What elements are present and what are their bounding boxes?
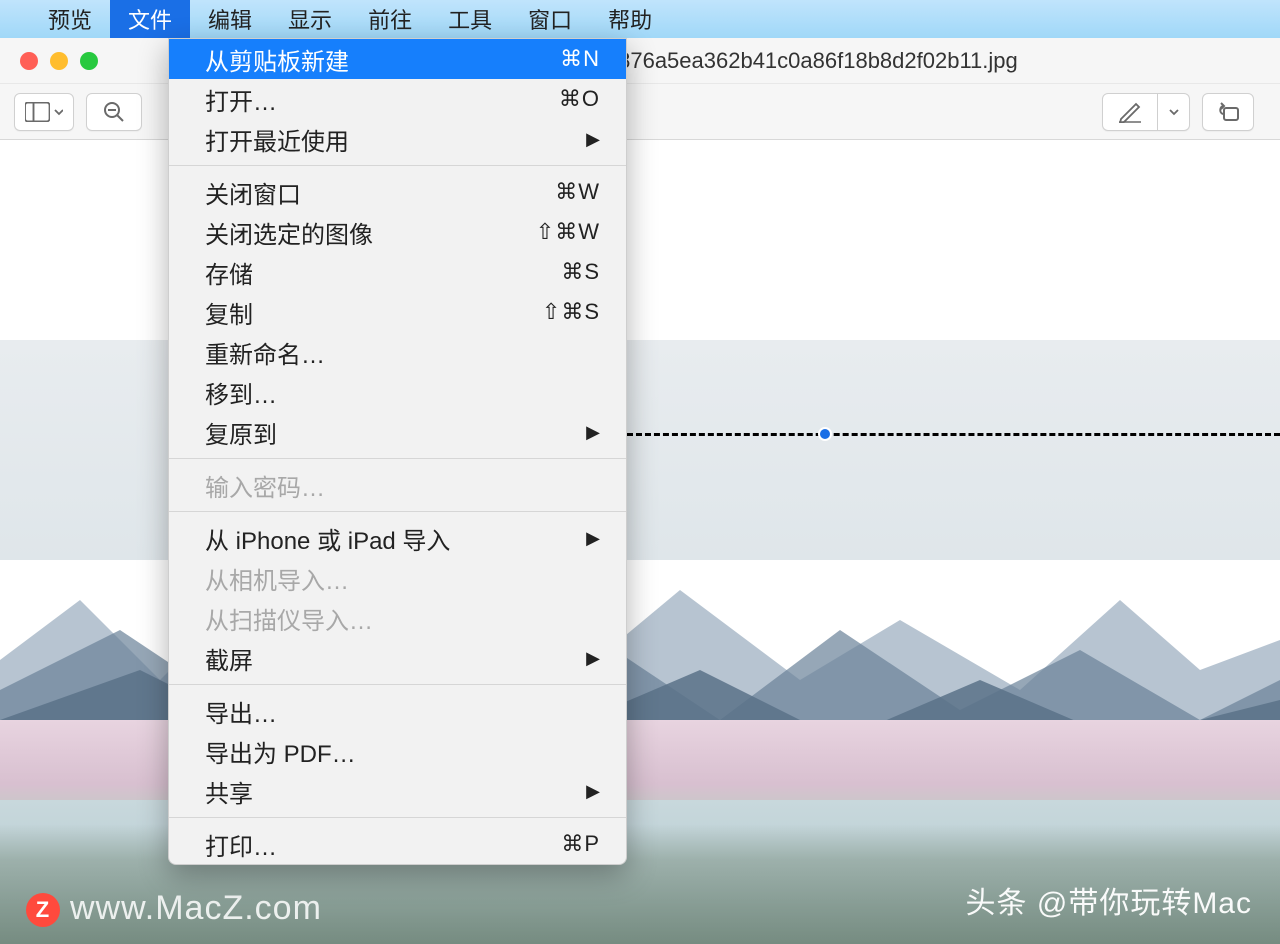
menu-item-shortcut: ⌘P: [561, 831, 600, 857]
menu-item-label: 存储: [205, 255, 561, 290]
menu-item-label: 输入密码…: [205, 468, 600, 503]
window-minimize-button[interactable]: [50, 52, 68, 70]
menu-item[interactable]: 截屏▶: [169, 638, 626, 678]
document-title: f876a5ea362b41c0a86f18b8d2f02b11.jpg: [612, 48, 1018, 74]
menu-item[interactable]: 重新命名…: [169, 332, 626, 372]
menu-item-label: 导出…: [205, 694, 600, 729]
menu-item[interactable]: 存储⌘S: [169, 252, 626, 292]
file-menu-dropdown: 从剪贴板新建⌘N打开…⌘O打开最近使用▶关闭窗口⌘W关闭选定的图像⇧⌘W存储⌘S…: [168, 38, 627, 865]
menu-item[interactable]: 打开最近使用▶: [169, 119, 626, 159]
menu-item-label: 复原到: [205, 415, 586, 450]
markup-dropdown-button[interactable]: [1158, 93, 1190, 131]
menu-item[interactable]: 从剪贴板新建⌘N: [169, 39, 626, 79]
menu-item-label: 关闭选定的图像: [205, 215, 536, 250]
menubar-item-window[interactable]: 窗口: [510, 0, 590, 38]
menu-item[interactable]: 共享▶: [169, 771, 626, 811]
submenu-arrow-icon: ▶: [586, 528, 600, 549]
menu-item-shortcut: ⇧⌘W: [536, 219, 600, 245]
z-badge-icon: Z: [26, 893, 60, 927]
rotate-button[interactable]: [1202, 93, 1254, 131]
zoom-out-button[interactable]: [86, 93, 142, 131]
menu-item-label: 打印…: [205, 827, 561, 862]
menu-item-label: 移到…: [205, 375, 600, 410]
menu-item[interactable]: 导出…: [169, 691, 626, 731]
menu-item[interactable]: 复原到▶: [169, 412, 626, 452]
submenu-arrow-icon: ▶: [586, 781, 600, 802]
menubar-item-help[interactable]: 帮助: [590, 0, 670, 38]
menubar-item-tools[interactable]: 工具: [430, 0, 510, 38]
menu-item[interactable]: 移到…: [169, 372, 626, 412]
menu-separator: [169, 165, 626, 166]
submenu-arrow-icon: ▶: [586, 648, 600, 669]
menu-separator: [169, 817, 626, 818]
menu-item: 输入密码…: [169, 465, 626, 505]
watermark-site: Zwww.MacZ.com: [26, 889, 322, 928]
menu-item-label: 从扫描仪导入…: [205, 601, 600, 636]
menubar-item-go[interactable]: 前往: [350, 0, 430, 38]
menu-item-label: 共享: [205, 774, 586, 809]
menu-item-shortcut: ⇧⌘S: [542, 299, 600, 325]
window-zoom-button[interactable]: [80, 52, 98, 70]
menu-item[interactable]: 打开…⌘O: [169, 79, 626, 119]
menubar-item-file[interactable]: 文件: [110, 0, 190, 38]
submenu-arrow-icon: ▶: [586, 129, 600, 150]
menu-item-shortcut: ⌘N: [560, 46, 600, 72]
menu-item-label: 打开…: [205, 82, 559, 117]
menu-item-shortcut: ⌘S: [561, 259, 600, 285]
menu-item[interactable]: 导出为 PDF…: [169, 731, 626, 771]
menu-item[interactable]: 从 iPhone 或 iPad 导入▶: [169, 518, 626, 558]
crop-guideline[interactable]: [627, 433, 1280, 436]
menu-item: 从扫描仪导入…: [169, 598, 626, 638]
menubar-item-edit[interactable]: 编辑: [190, 0, 270, 38]
menu-separator: [169, 511, 626, 512]
menu-item: 从相机导入…: [169, 558, 626, 598]
menu-item-label: 从剪贴板新建: [205, 42, 560, 77]
menu-item-label: 从 iPhone 或 iPad 导入: [205, 521, 586, 556]
menu-item[interactable]: 关闭窗口⌘W: [169, 172, 626, 212]
menu-item-label: 复制: [205, 295, 542, 330]
crop-handle[interactable]: [818, 427, 832, 441]
menu-item-label: 导出为 PDF…: [205, 734, 600, 769]
sidebar-toggle-button[interactable]: [14, 93, 74, 131]
menu-item-label: 关闭窗口: [205, 175, 555, 210]
menubar: 预览 文件 编辑 显示 前往 工具 窗口 帮助: [0, 0, 1280, 38]
menu-item-label: 从相机导入…: [205, 561, 600, 596]
menu-separator: [169, 458, 626, 459]
menubar-app-name[interactable]: 预览: [30, 0, 110, 38]
menubar-item-view[interactable]: 显示: [270, 0, 350, 38]
menu-item[interactable]: 打印…⌘P: [169, 824, 626, 864]
window-close-button[interactable]: [20, 52, 38, 70]
menu-item-label: 截屏: [205, 641, 586, 676]
menu-separator: [169, 684, 626, 685]
menu-item-label: 重新命名…: [205, 335, 600, 370]
menu-item-shortcut: ⌘W: [555, 179, 600, 205]
menu-item-shortcut: ⌘O: [559, 86, 600, 112]
submenu-arrow-icon: ▶: [586, 422, 600, 443]
window-title: f876a5ea362b41c0a86f18b8d2f02b11.jpg: [580, 47, 1260, 75]
menu-item[interactable]: 关闭选定的图像⇧⌘W: [169, 212, 626, 252]
menu-item-label: 打开最近使用: [205, 122, 586, 157]
watermark-author: 头条 @带你玩转Mac: [966, 878, 1252, 922]
markup-button[interactable]: [1102, 93, 1158, 131]
menu-item[interactable]: 复制⇧⌘S: [169, 292, 626, 332]
